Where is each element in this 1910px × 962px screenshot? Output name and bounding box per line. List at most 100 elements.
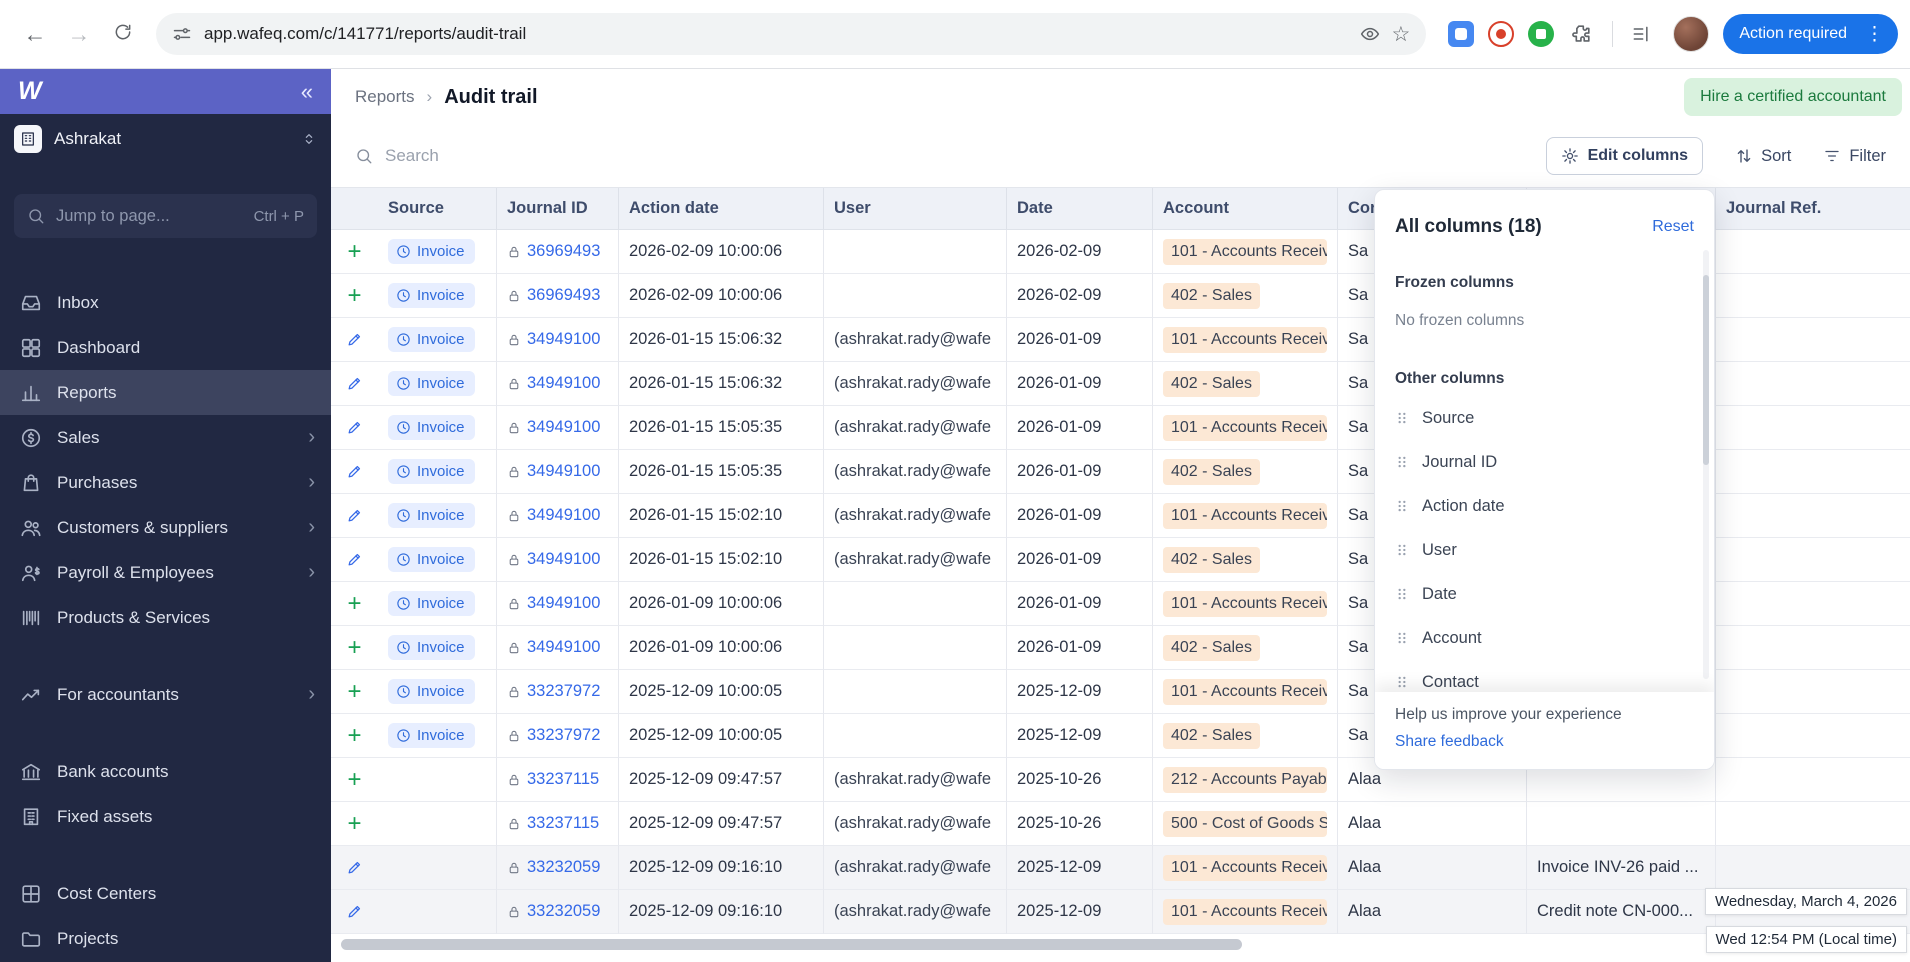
site-settings-icon[interactable]	[172, 24, 192, 44]
journal-id-link[interactable]: 36969493	[527, 242, 600, 261]
sidebar-item-purchases[interactable]: Purchases ›	[0, 460, 331, 505]
journal-id-link[interactable]: 33232059	[527, 902, 600, 921]
sidebar-item-products-services[interactable]: Products & Services	[0, 595, 331, 640]
forward-button[interactable]: →	[60, 15, 98, 53]
journal-id-link[interactable]: 36969493	[527, 286, 600, 305]
drag-handle-icon[interactable]	[1395, 673, 1409, 691]
sort-button[interactable]: Sort	[1735, 147, 1791, 166]
edit-pencil-icon[interactable]	[346, 507, 363, 524]
sidebar-item-for-accountants[interactable]: For accountants ›	[0, 672, 331, 717]
popover-column-journal-id[interactable]: Journal ID	[1375, 440, 1714, 484]
table-row[interactable]: 33232059 2025-12-09 09:16:10 (ashrakat.rad…	[331, 846, 1910, 890]
column-header-action-date[interactable]: Action date	[619, 188, 824, 230]
extension-blue-icon[interactable]	[1448, 21, 1475, 47]
journal-id-link[interactable]: 33237115	[527, 770, 599, 789]
add-icon[interactable]: +	[347, 679, 361, 704]
journal-id-link[interactable]: 34949100	[527, 330, 600, 349]
address-bar[interactable]: app.wafeq.com/c/141771/reports/audit-tra…	[156, 13, 1427, 55]
reset-link[interactable]: Reset	[1652, 218, 1694, 236]
add-icon[interactable]: +	[347, 239, 361, 264]
reload-button[interactable]	[104, 15, 142, 53]
company-selector[interactable]: Ashrakat	[0, 114, 331, 164]
column-header-journal-ref[interactable]: Journal Ref.	[1716, 188, 1910, 230]
edit-pencil-icon[interactable]	[346, 331, 363, 348]
sidebar-item-fixed-assets[interactable]: Fixed assets	[0, 794, 331, 839]
lock-icon	[507, 333, 521, 347]
drag-handle-icon[interactable]	[1395, 409, 1409, 427]
sidebar-item-reports[interactable]: Reports	[0, 370, 331, 415]
profile-avatar[interactable]	[1673, 16, 1710, 52]
journal-id-link[interactable]: 33232059	[527, 858, 600, 877]
edit-pencil-icon[interactable]	[346, 419, 363, 436]
filter-button[interactable]: Filter	[1823, 147, 1886, 166]
share-feedback-link[interactable]: Share feedback	[1395, 733, 1694, 751]
add-icon[interactable]: +	[347, 635, 361, 660]
journal-id-link[interactable]: 34949100	[527, 462, 600, 481]
popover-column-date[interactable]: Date	[1375, 572, 1714, 616]
journal-id-link[interactable]: 33237972	[527, 726, 600, 745]
breadcrumb-parent[interactable]: Reports	[355, 87, 415, 107]
preview-eye-icon[interactable]	[1360, 24, 1380, 44]
horizontal-scrollbar[interactable]	[341, 939, 1242, 950]
extensions-puzzle-icon[interactable]	[1566, 19, 1596, 49]
journal-id-link[interactable]: 34949100	[527, 594, 600, 613]
column-header-date[interactable]: Date	[1007, 188, 1153, 230]
popover-column-user[interactable]: User	[1375, 528, 1714, 572]
edit-pencil-icon[interactable]	[346, 463, 363, 480]
sidebar-item-projects[interactable]: Projects	[0, 916, 331, 961]
cell-user	[824, 670, 1007, 714]
table-row[interactable]: 33232059 2025-12-09 09:16:10 (ashrakat.rad…	[331, 890, 1910, 934]
edit-columns-button[interactable]: Edit columns	[1545, 137, 1704, 175]
edit-pencil-icon[interactable]	[346, 859, 363, 876]
popover-column-account[interactable]: Account	[1375, 616, 1714, 660]
popover-column-action-date[interactable]: Action date	[1375, 484, 1714, 528]
cell-account: 402 - Sales	[1153, 274, 1338, 318]
extension-green-icon[interactable]	[1528, 21, 1555, 47]
column-header-user[interactable]: User	[824, 188, 1007, 230]
drag-handle-icon[interactable]	[1395, 541, 1409, 559]
add-icon[interactable]: +	[347, 811, 361, 836]
sidebar-item-customers-suppliers[interactable]: Customers & suppliers ›	[0, 505, 331, 550]
drag-handle-icon[interactable]	[1395, 585, 1409, 603]
sidebar-item-cost-centers[interactable]: Cost Centers	[0, 871, 331, 916]
journal-id-link[interactable]: 34949100	[527, 506, 600, 525]
action-required-button[interactable]: Action required ⋮	[1723, 14, 1898, 54]
journal-id-link[interactable]: 34949100	[527, 418, 600, 437]
sidebar-item-bank-accounts[interactable]: Bank accounts	[0, 749, 331, 794]
journal-id-link[interactable]: 34949100	[527, 638, 600, 657]
cell-journal-ref	[1716, 362, 1910, 406]
drag-handle-icon[interactable]	[1395, 497, 1409, 515]
jump-to-page[interactable]: Jump to page... Ctrl + P	[14, 194, 317, 238]
drag-handle-icon[interactable]	[1395, 453, 1409, 471]
drag-handle-icon[interactable]	[1395, 629, 1409, 647]
add-icon[interactable]: +	[347, 591, 361, 616]
column-header-journal-id[interactable]: Journal ID	[497, 188, 619, 230]
extension-round-icon[interactable]	[1488, 21, 1515, 47]
search-input[interactable]	[385, 146, 805, 166]
add-icon[interactable]: +	[347, 723, 361, 748]
journal-id-link[interactable]: 34949100	[527, 550, 600, 569]
bookmark-star-icon[interactable]: ☆	[1392, 22, 1411, 47]
sidebar-item-dashboard[interactable]: Dashboard	[0, 325, 331, 370]
back-button[interactable]: ←	[16, 15, 54, 53]
hire-accountant-button[interactable]: Hire a certified accountant	[1684, 78, 1902, 116]
sidebar-item-payroll-employees[interactable]: Payroll & Employees ›	[0, 550, 331, 595]
column-header-source[interactable]: Source	[378, 188, 497, 230]
popover-scrollbar-thumb[interactable]	[1703, 275, 1709, 465]
reading-list-icon[interactable]	[1623, 24, 1659, 44]
add-icon[interactable]: +	[347, 283, 361, 308]
kebab-menu-icon[interactable]: ⋮	[1857, 23, 1892, 46]
journal-id-link[interactable]: 33237115	[527, 814, 599, 833]
add-icon[interactable]: +	[347, 767, 361, 792]
edit-pencil-icon[interactable]	[346, 551, 363, 568]
journal-id-link[interactable]: 34949100	[527, 374, 600, 393]
edit-pencil-icon[interactable]	[346, 375, 363, 392]
popover-column-source[interactable]: Source	[1375, 396, 1714, 440]
table-row[interactable]: +33237115 2025-12-09 09:47:57 (ashrakat.ra…	[331, 802, 1910, 846]
sidebar-collapse-button[interactable]: «	[301, 79, 313, 105]
sidebar-item-inbox[interactable]: Inbox	[0, 280, 331, 325]
sidebar-item-sales[interactable]: Sales ›	[0, 415, 331, 460]
edit-pencil-icon[interactable]	[346, 903, 363, 920]
column-header-account[interactable]: Account	[1153, 188, 1338, 230]
journal-id-link[interactable]: 33237972	[527, 682, 600, 701]
